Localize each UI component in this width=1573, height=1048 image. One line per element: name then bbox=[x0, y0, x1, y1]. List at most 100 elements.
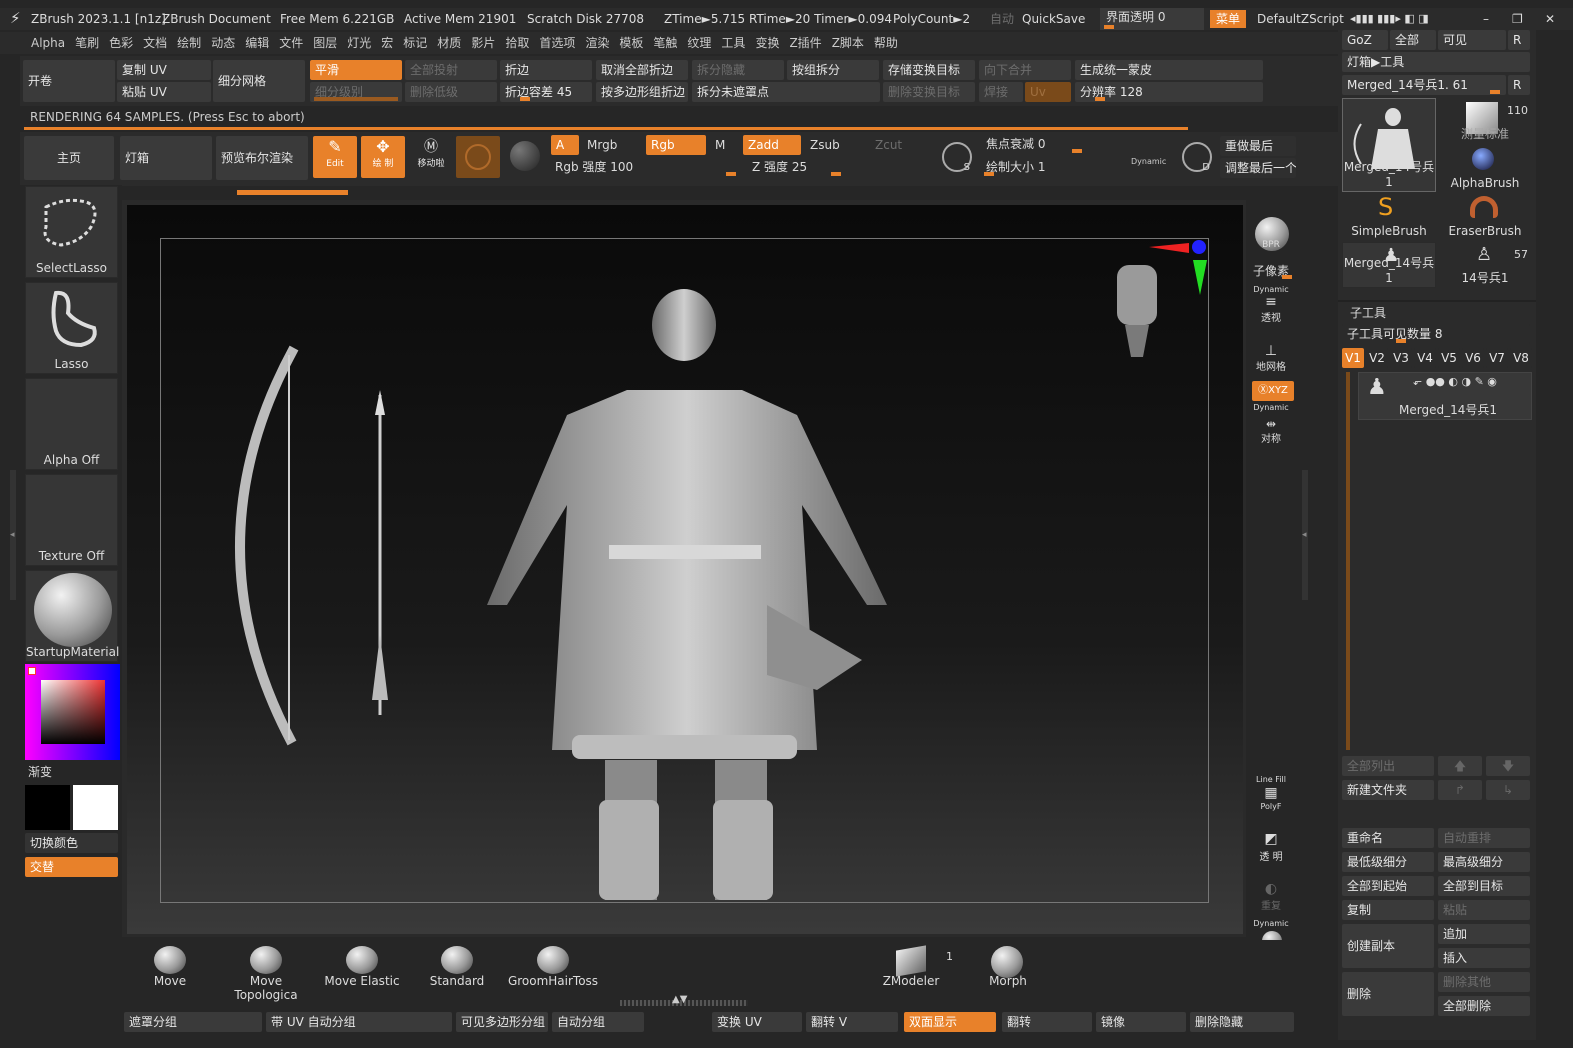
document-canvas[interactable] bbox=[127, 205, 1243, 934]
draw-size-slider[interactable]: 绘制大小 1 Dynamic bbox=[982, 157, 1172, 177]
gradient-sphere-icon[interactable] bbox=[510, 141, 540, 171]
menu-item[interactable]: 笔刷 bbox=[70, 34, 104, 52]
polyframe-icon[interactable]: ▦ bbox=[1248, 785, 1294, 801]
crease-polygroups-button[interactable]: 按多边形组折边 bbox=[596, 82, 688, 102]
all-button[interactable]: 全部 bbox=[1390, 30, 1436, 50]
redo-last-button[interactable]: 重做最后 bbox=[1220, 136, 1296, 156]
ghost-icon[interactable]: ◐ bbox=[1248, 881, 1294, 897]
layout-icons[interactable]: ◂▮▮▮ ▮▮▮▸ ◧ ◨ bbox=[1350, 10, 1429, 28]
delete-all-button[interactable]: 全部删除 bbox=[1438, 996, 1530, 1016]
split-unmasked-button[interactable]: 拆分未遮罩点 bbox=[692, 82, 880, 102]
lazy-mouse-icon[interactable]: D bbox=[1182, 142, 1212, 173]
store-morph-target-button[interactable]: 存储变换目标 bbox=[883, 60, 975, 80]
close-icon[interactable]: ✕ bbox=[1545, 10, 1555, 28]
r-button[interactable]: R bbox=[1508, 30, 1530, 50]
main-color-swatch[interactable] bbox=[25, 785, 70, 830]
goz-button[interactable]: GoZ bbox=[1342, 30, 1388, 50]
version-tab[interactable]: V5 bbox=[1438, 348, 1460, 368]
move-button[interactable]: Ⓜ 移动啦 bbox=[409, 136, 453, 178]
bottom-button[interactable]: 双面显示 bbox=[904, 1012, 996, 1032]
sublevel-slider[interactable]: 细分级别 bbox=[310, 82, 402, 102]
edit-button[interactable]: ✎ Edit bbox=[313, 136, 357, 178]
alternate-button[interactable]: 交替 bbox=[25, 857, 118, 877]
menu-item[interactable]: Z脚本 bbox=[827, 34, 869, 52]
delete-lower-button[interactable]: 删除低级 bbox=[405, 82, 497, 102]
zmodeler-brush[interactable]: 1 ZModeler bbox=[868, 944, 954, 996]
version-tab[interactable]: V4 bbox=[1414, 348, 1436, 368]
tool-thumb-merged[interactable]: Merged_14号兵1 bbox=[1342, 98, 1436, 192]
ui-transparency-slider[interactable]: 界面透明 0 bbox=[1100, 8, 1204, 30]
bottom-button[interactable]: 可见多边形分组 bbox=[456, 1012, 548, 1032]
tool-thumb-eraserbrush[interactable]: EraserBrush bbox=[1438, 194, 1532, 240]
menu-item[interactable]: 宏 bbox=[376, 34, 398, 52]
quicksave-button[interactable]: QuickSave bbox=[1022, 10, 1085, 28]
menu-item[interactable]: 色彩 bbox=[104, 34, 138, 52]
lasso-tile[interactable]: Lasso bbox=[25, 282, 118, 374]
bottom-button[interactable]: 自动分组 bbox=[552, 1012, 644, 1032]
tool-thumb-measure[interactable]: 110 测量标准 bbox=[1438, 98, 1532, 144]
a-toggle[interactable]: A bbox=[551, 135, 579, 155]
uv-button[interactable]: Uv bbox=[1025, 82, 1071, 102]
highest-subdiv-button[interactable]: 最高级细分 bbox=[1438, 852, 1530, 872]
menu-item[interactable]: 模板 bbox=[614, 34, 648, 52]
bottom-button[interactable]: 遮罩分组 bbox=[124, 1012, 262, 1032]
zsub-toggle[interactable]: Zsub bbox=[810, 136, 840, 154]
current-tool-slider[interactable]: Merged_14号兵1. 61 bbox=[1342, 75, 1506, 95]
home-button[interactable]: 主页 bbox=[24, 136, 114, 180]
append-button[interactable]: 追加 bbox=[1438, 924, 1530, 944]
color-field[interactable] bbox=[41, 680, 105, 744]
switch-color-button[interactable]: 切换颜色 bbox=[25, 833, 118, 853]
visible-button[interactable]: 可见 bbox=[1438, 30, 1506, 50]
focal-shift-slider[interactable]: 焦点衰减 0 bbox=[982, 134, 1172, 154]
menu-item[interactable]: 绘制 bbox=[172, 34, 206, 52]
menu-item[interactable]: 首选项 bbox=[534, 34, 580, 52]
m-toggle[interactable]: M bbox=[715, 136, 725, 154]
delete-button[interactable]: 删除 bbox=[1342, 972, 1434, 1016]
menu-item[interactable]: 工具 bbox=[716, 34, 750, 52]
texture-tile[interactable]: Texture Off bbox=[25, 474, 118, 566]
subtool-item[interactable]: ♟ ⬐ ●● ◐ ◑ ✎ ◉ Merged_14号兵1 bbox=[1358, 372, 1532, 420]
brush-standard[interactable]: Standard bbox=[412, 944, 502, 996]
material-tile[interactable]: StartupMaterial bbox=[25, 570, 119, 662]
move-up-icon[interactable]: 🡅 bbox=[1438, 756, 1482, 776]
select-lasso-tile[interactable]: SelectLasso bbox=[25, 186, 118, 278]
paste-uv-button[interactable]: 粘贴 UV bbox=[117, 82, 211, 102]
right-tray-handle[interactable]: ◂ bbox=[1302, 470, 1308, 600]
delete-other-button[interactable]: 删除其他 bbox=[1438, 972, 1530, 992]
version-tab[interactable]: V8 bbox=[1510, 348, 1532, 368]
copy-uv-button[interactable]: 复制 UV bbox=[117, 60, 211, 80]
version-tab[interactable]: V3 bbox=[1390, 348, 1412, 368]
xyz-symmetry-button[interactable]: ⓍXYZ bbox=[1252, 381, 1294, 401]
material-swatch-button[interactable] bbox=[456, 136, 500, 178]
menu-item[interactable]: 动态 bbox=[206, 34, 240, 52]
project-all-button[interactable]: 全部投射 bbox=[405, 60, 497, 80]
bottom-button[interactable]: 带 UV 自动分组 bbox=[266, 1012, 452, 1032]
menu-item[interactable]: Alpha bbox=[26, 34, 70, 52]
lightbox-button[interactable]: 灯箱 bbox=[120, 136, 212, 180]
rgb-toggle[interactable]: Rgb bbox=[646, 135, 706, 155]
menu-item[interactable]: 拾取 bbox=[500, 34, 534, 52]
tool-thumb-simplebrush[interactable]: S SimpleBrush bbox=[1342, 194, 1436, 240]
menu-item[interactable]: 标记 bbox=[398, 34, 432, 52]
model-viewport[interactable] bbox=[127, 205, 1243, 934]
menu-item[interactable]: 笔触 bbox=[648, 34, 682, 52]
smooth-toggle[interactable]: 平滑 bbox=[310, 60, 402, 80]
left-tray-handle[interactable]: ◂ bbox=[10, 470, 16, 600]
version-tab[interactable]: V7 bbox=[1486, 348, 1508, 368]
menu-item[interactable]: 渲染 bbox=[580, 34, 614, 52]
subtool-controls-icons[interactable]: ⬐ ●● ◐ ◑ ✎ ◉ bbox=[1413, 373, 1497, 391]
minimize-icon[interactable]: – bbox=[1483, 10, 1489, 28]
crease-tolerance-slider[interactable]: 折边容差 45 bbox=[500, 82, 592, 102]
maximize-icon[interactable]: ❐ bbox=[1512, 10, 1523, 28]
merge-down-button[interactable]: 向下合并 bbox=[979, 60, 1071, 80]
duplicate-button[interactable]: 复制 bbox=[1342, 900, 1434, 920]
auto-reorder-button[interactable]: 自动重排 bbox=[1438, 828, 1530, 848]
secondary-color-swatch[interactable] bbox=[73, 785, 118, 830]
z-intensity-slider[interactable]: Z 强度 25 bbox=[748, 157, 928, 177]
rgb-intensity-slider[interactable]: Rgb 强度 100 bbox=[551, 157, 741, 177]
zbrush-logo-icon[interactable]: ⚡ bbox=[10, 9, 21, 27]
bottom-button[interactable]: 翻转 bbox=[1002, 1012, 1092, 1032]
adjust-last-button[interactable]: 调整最后一个 bbox=[1220, 158, 1296, 178]
subtool-scrollbar[interactable] bbox=[1346, 372, 1350, 750]
menu-item[interactable]: 纹理 bbox=[682, 34, 716, 52]
